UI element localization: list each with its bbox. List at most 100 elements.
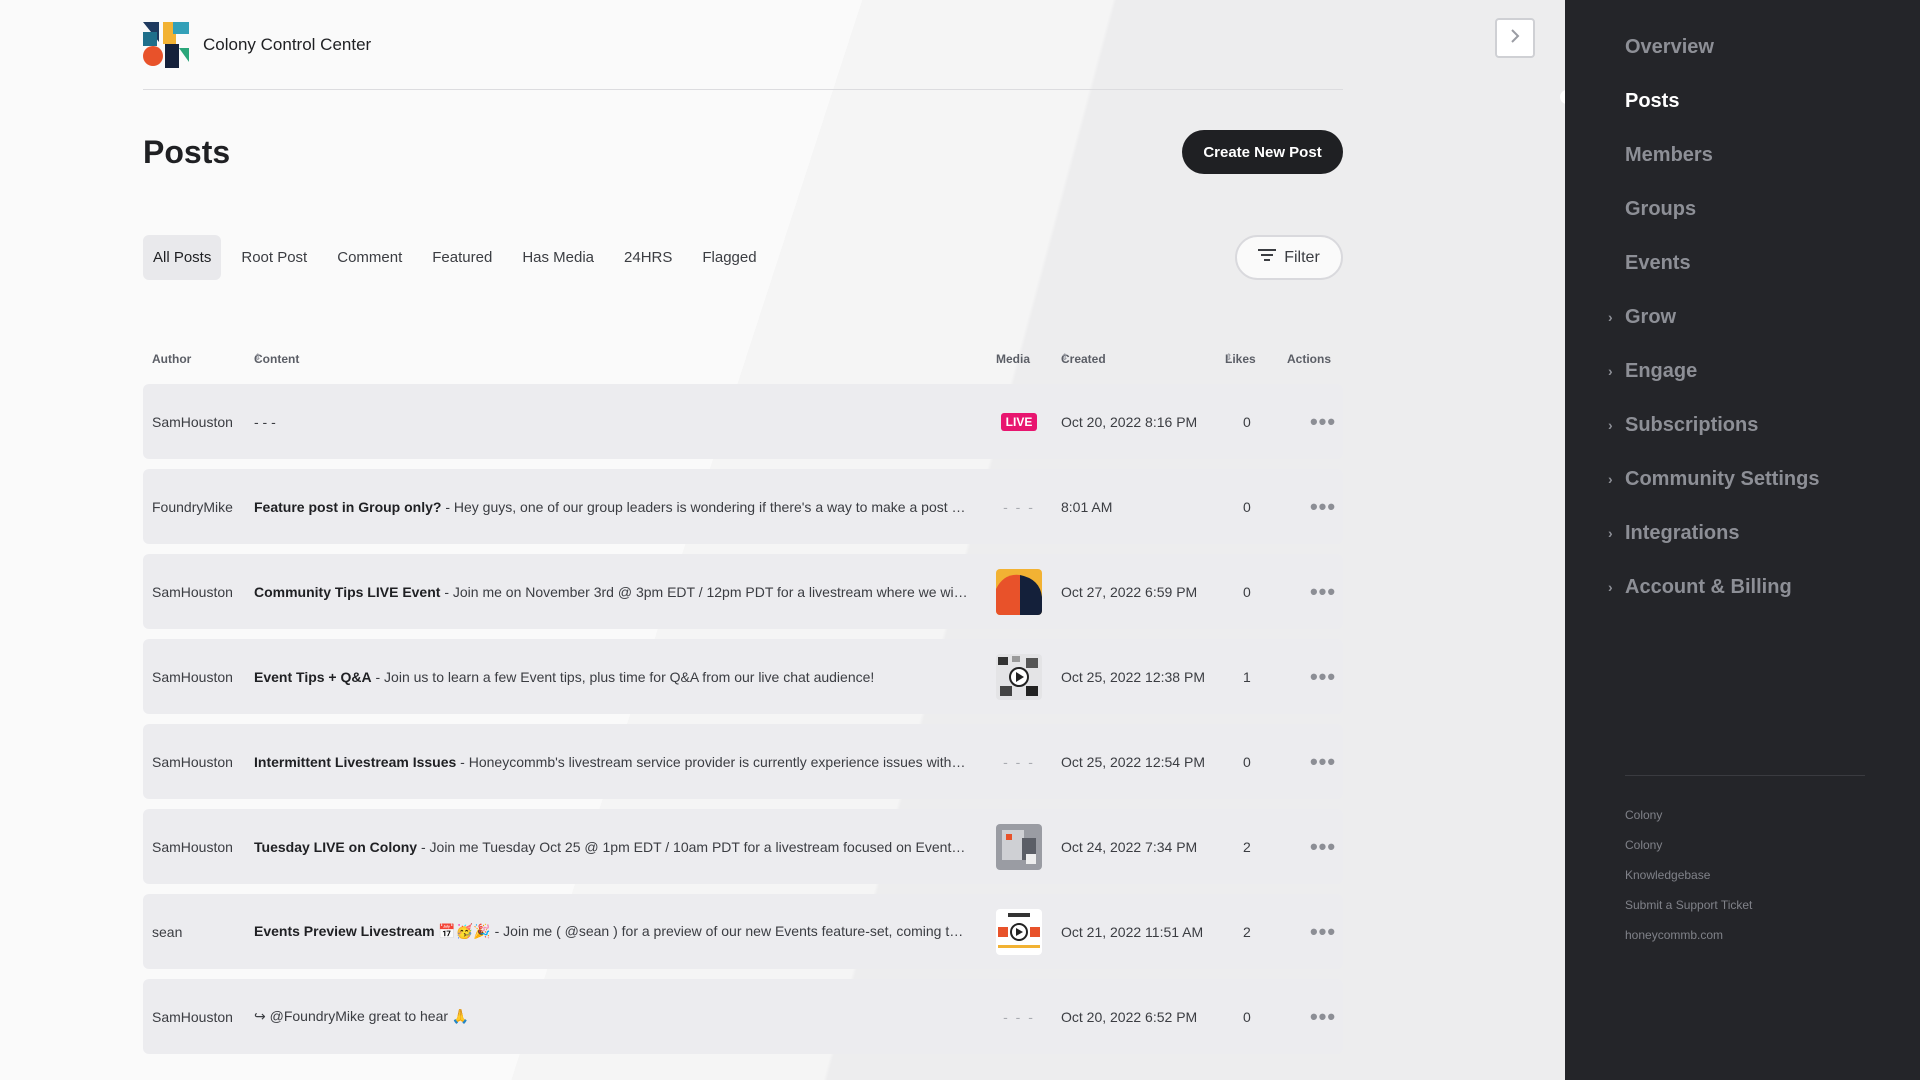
post-content[interactable]: ↪ @FoundryMike great to hear 🙏 [254,979,969,1054]
post-author[interactable]: SamHouston [152,724,247,799]
sidebar-item-members[interactable]: Members [1625,128,1819,182]
no-media-placeholder: - - - [1003,1008,1035,1025]
collapse-sidebar-button[interactable] [1495,18,1535,58]
footer-link[interactable]: Submit a Support Ticket [1625,890,1752,920]
post-author[interactable]: SamHouston [152,384,247,459]
sidebar-item-grow[interactable]: › Grow [1608,290,1819,344]
post-author[interactable]: SamHouston [152,809,247,884]
post-content[interactable]: Tuesday LIVE on Colony - Join me Tuesday… [254,809,969,884]
footer-link[interactable]: Colony [1625,800,1752,830]
post-title: Community Tips LIVE Event [254,583,441,600]
sidebar-item-label: Groups [1625,197,1697,220]
table-row[interactable]: SamHouston - - - LIVE Oct 20, 2022 8:16 PM 0… [143,384,1343,459]
post-content[interactable]: Event Tips + Q&A - Join us to learn a fe… [254,639,969,714]
footer-link[interactable]: Colony [1625,830,1752,860]
app-brand: Colony Control Center [203,34,372,54]
media-thumbnail[interactable] [996,568,1042,615]
sidebar-item-label: Posts [1625,89,1680,112]
more-dots-icon: ••• [1309,578,1337,604]
more-dots-icon: ••• [1309,833,1337,859]
post-media: - - - [996,979,1042,1054]
sort-icon: ⇕ [1061,352,1069,362]
chevron-right-icon: › [1608,309,1613,325]
table-row[interactable]: SamHouston Event Tips + Q&A - Join us to … [143,639,1343,714]
sidebar-item-overview[interactable]: Overview [1625,20,1819,74]
tab-root-post[interactable]: Root Post [231,235,317,280]
sidebar-item-account-billing[interactable]: › Account & Billing [1608,560,1819,614]
row-actions-button[interactable]: ••• [1303,384,1343,459]
footer-link[interactable]: Knowledgebase [1625,860,1752,890]
sidebar-item-label: Account & Billing [1625,575,1792,598]
video-thumbnail[interactable] [996,653,1042,700]
post-content[interactable]: Intermittent Livestream Issues - Honeyco… [254,724,969,799]
sidebar-item-subscriptions[interactable]: › Subscriptions [1608,398,1819,452]
chevron-right-icon: › [1608,417,1613,433]
footer-link[interactable]: honeycommb.com [1625,920,1752,950]
post-author[interactable]: SamHouston [152,639,247,714]
row-actions-button[interactable]: ••• [1303,724,1343,799]
post-created: 8:01 AM [1061,498,1113,515]
row-actions-button[interactable]: ••• [1303,894,1343,969]
table-row[interactable]: SamHouston ↪ @FoundryMike great to hear 🙏… [143,979,1343,1054]
create-new-post-button[interactable]: Create New Post [1182,130,1343,174]
sidebar-item-label: Engage [1625,359,1698,382]
sidebar-item-integrations[interactable]: › Integrations [1608,506,1819,560]
table-row[interactable]: SamHouston Intermittent Livestream Issues… [143,724,1343,799]
media-thumbnail[interactable] [996,823,1042,870]
post-content[interactable]: Feature post in Group only? - Hey guys, … [254,469,969,544]
chevron-right-icon: › [1608,363,1613,379]
sidebar-footer-links: Colony Colony Knowledgebase Submit a Suppor… [1625,800,1752,950]
no-media-placeholder: - - - [1003,498,1035,515]
sort-icon: ⇕ [254,352,262,362]
tab-flagged[interactable]: Flagged [692,235,766,280]
post-media [996,639,1042,714]
page-title: Posts [143,134,231,170]
chevron-right-icon: › [1608,471,1613,487]
row-actions-button[interactable]: ••• [1303,809,1343,884]
tab-24hrs[interactable]: 24HRS [614,235,682,280]
post-created: Oct 27, 2022 6:59 PM [1061,583,1198,600]
post-author[interactable]: FoundryMike [152,469,247,544]
more-dots-icon: ••• [1309,1003,1337,1029]
main-area: Colony Control Center Posts Create New P… [0,0,1565,1080]
post-author[interactable]: SamHouston [152,979,247,1054]
post-created: Oct 20, 2022 8:16 PM [1061,413,1198,430]
posts-table-body: SamHouston - - - LIVE Oct 20, 2022 8:16 PM 0… [143,384,1343,1064]
post-likes: 0 [1243,1008,1251,1025]
table-row[interactable]: SamHouston Tuesday LIVE on Colony - Join … [143,809,1343,884]
sidebar-item-posts[interactable]: Posts [1625,74,1819,128]
row-actions-button[interactable]: ••• [1303,639,1343,714]
post-title: Tuesday LIVE on Colony [254,838,418,855]
table-row[interactable]: sean Events Preview Livestream 📅🥳🎉 - Join… [143,894,1343,969]
colony-logo[interactable] [143,21,189,68]
row-actions-button[interactable]: ••• [1303,554,1343,629]
filter-button[interactable]: Filter [1235,235,1343,280]
chevron-right-icon [1510,28,1520,48]
tab-all-posts[interactable]: All Posts [143,235,222,280]
post-author[interactable]: SamHouston [152,554,247,629]
top-bar: Colony Control Center [143,0,1343,90]
row-actions-button[interactable]: ••• [1303,979,1343,1054]
post-author[interactable]: sean [152,894,247,969]
post-content[interactable]: Events Preview Livestream 📅🥳🎉 - Join me … [254,894,969,969]
tab-has-media[interactable]: Has Media [512,235,604,280]
tab-featured[interactable]: Featured [422,235,502,280]
more-dots-icon: ••• [1309,748,1337,774]
sidebar-item-label: Community Settings [1625,467,1820,490]
table-row[interactable]: SamHouston Community Tips LIVE Event - Jo… [143,554,1343,629]
sidebar-item-label: Events [1625,251,1691,274]
row-actions-button[interactable]: ••• [1303,469,1343,544]
post-content[interactable]: - - - [254,384,969,459]
sidebar-item-community-settings[interactable]: › Community Settings [1608,452,1820,506]
post-content[interactable]: Community Tips LIVE Event - Join me on N… [254,554,969,629]
post-title: Feature post in Group only? [254,498,442,515]
post-media: - - - [996,724,1042,799]
post-media [996,894,1042,969]
sidebar-item-engage[interactable]: › Engage [1608,344,1819,398]
video-thumbnail[interactable] [996,908,1042,955]
sidebar-item-events[interactable]: Events [1625,236,1819,290]
post-excerpt: ↪ @FoundryMike great to hear 🙏 [254,1008,470,1024]
sidebar-item-groups[interactable]: Groups [1625,182,1819,236]
table-row[interactable]: FoundryMike Feature post in Group only? -… [143,469,1343,544]
tab-comment[interactable]: Comment [327,235,412,280]
